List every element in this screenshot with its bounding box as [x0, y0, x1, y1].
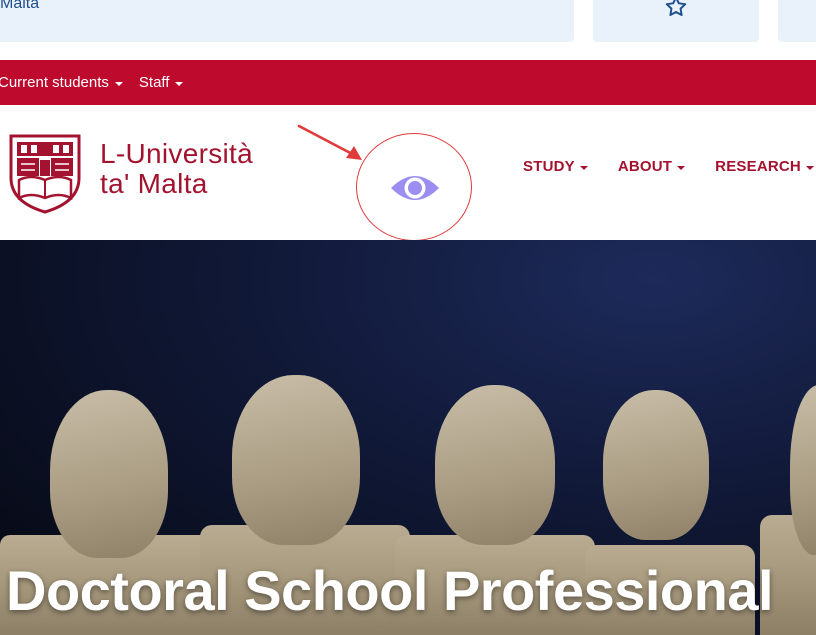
main-nav-label: STUDY [523, 158, 575, 175]
star-outline-icon [665, 0, 687, 16]
caret-down-icon [579, 165, 588, 170]
university-crest-icon[interactable] [5, 130, 85, 214]
favourite-button[interactable] [593, 0, 759, 42]
main-nav-label: RESEARCH [715, 158, 801, 175]
main-nav-item-study[interactable]: STUDY [523, 158, 588, 175]
secondary-nav-label: Current students [0, 74, 109, 91]
main-nav: STUDY ABOUT RESEARCH [523, 158, 816, 175]
caret-down-icon [175, 81, 184, 86]
main-nav-item-research[interactable]: RESEARCH [715, 158, 814, 175]
secondary-nav-item-current-students[interactable]: Current students [0, 74, 123, 91]
university-name-line1: L-Università [100, 138, 253, 169]
annotation-arrow [297, 124, 362, 160]
search-card-text: Malta [0, 0, 40, 12]
caret-down-icon [114, 81, 123, 86]
search-card[interactable]: Malta [0, 0, 574, 42]
university-name-line2: ta' Malta [100, 168, 208, 199]
main-nav-item-about[interactable]: ABOUT [617, 158, 686, 175]
university-name[interactable]: L-Università ta' Malta [100, 139, 253, 199]
main-nav-label: ABOUT [617, 158, 673, 175]
extra-card[interactable] [778, 0, 816, 42]
top-bar: Malta [0, 0, 816, 60]
eye-icon[interactable] [388, 168, 442, 208]
caret-down-icon [677, 165, 686, 170]
secondary-nav: Current students Staff [0, 60, 816, 105]
caret-down-icon [805, 165, 814, 170]
secondary-nav-label: Staff [138, 74, 170, 91]
secondary-nav-item-staff[interactable]: Staff [139, 74, 184, 91]
hero-title: Doctoral School Professional [6, 559, 774, 622]
